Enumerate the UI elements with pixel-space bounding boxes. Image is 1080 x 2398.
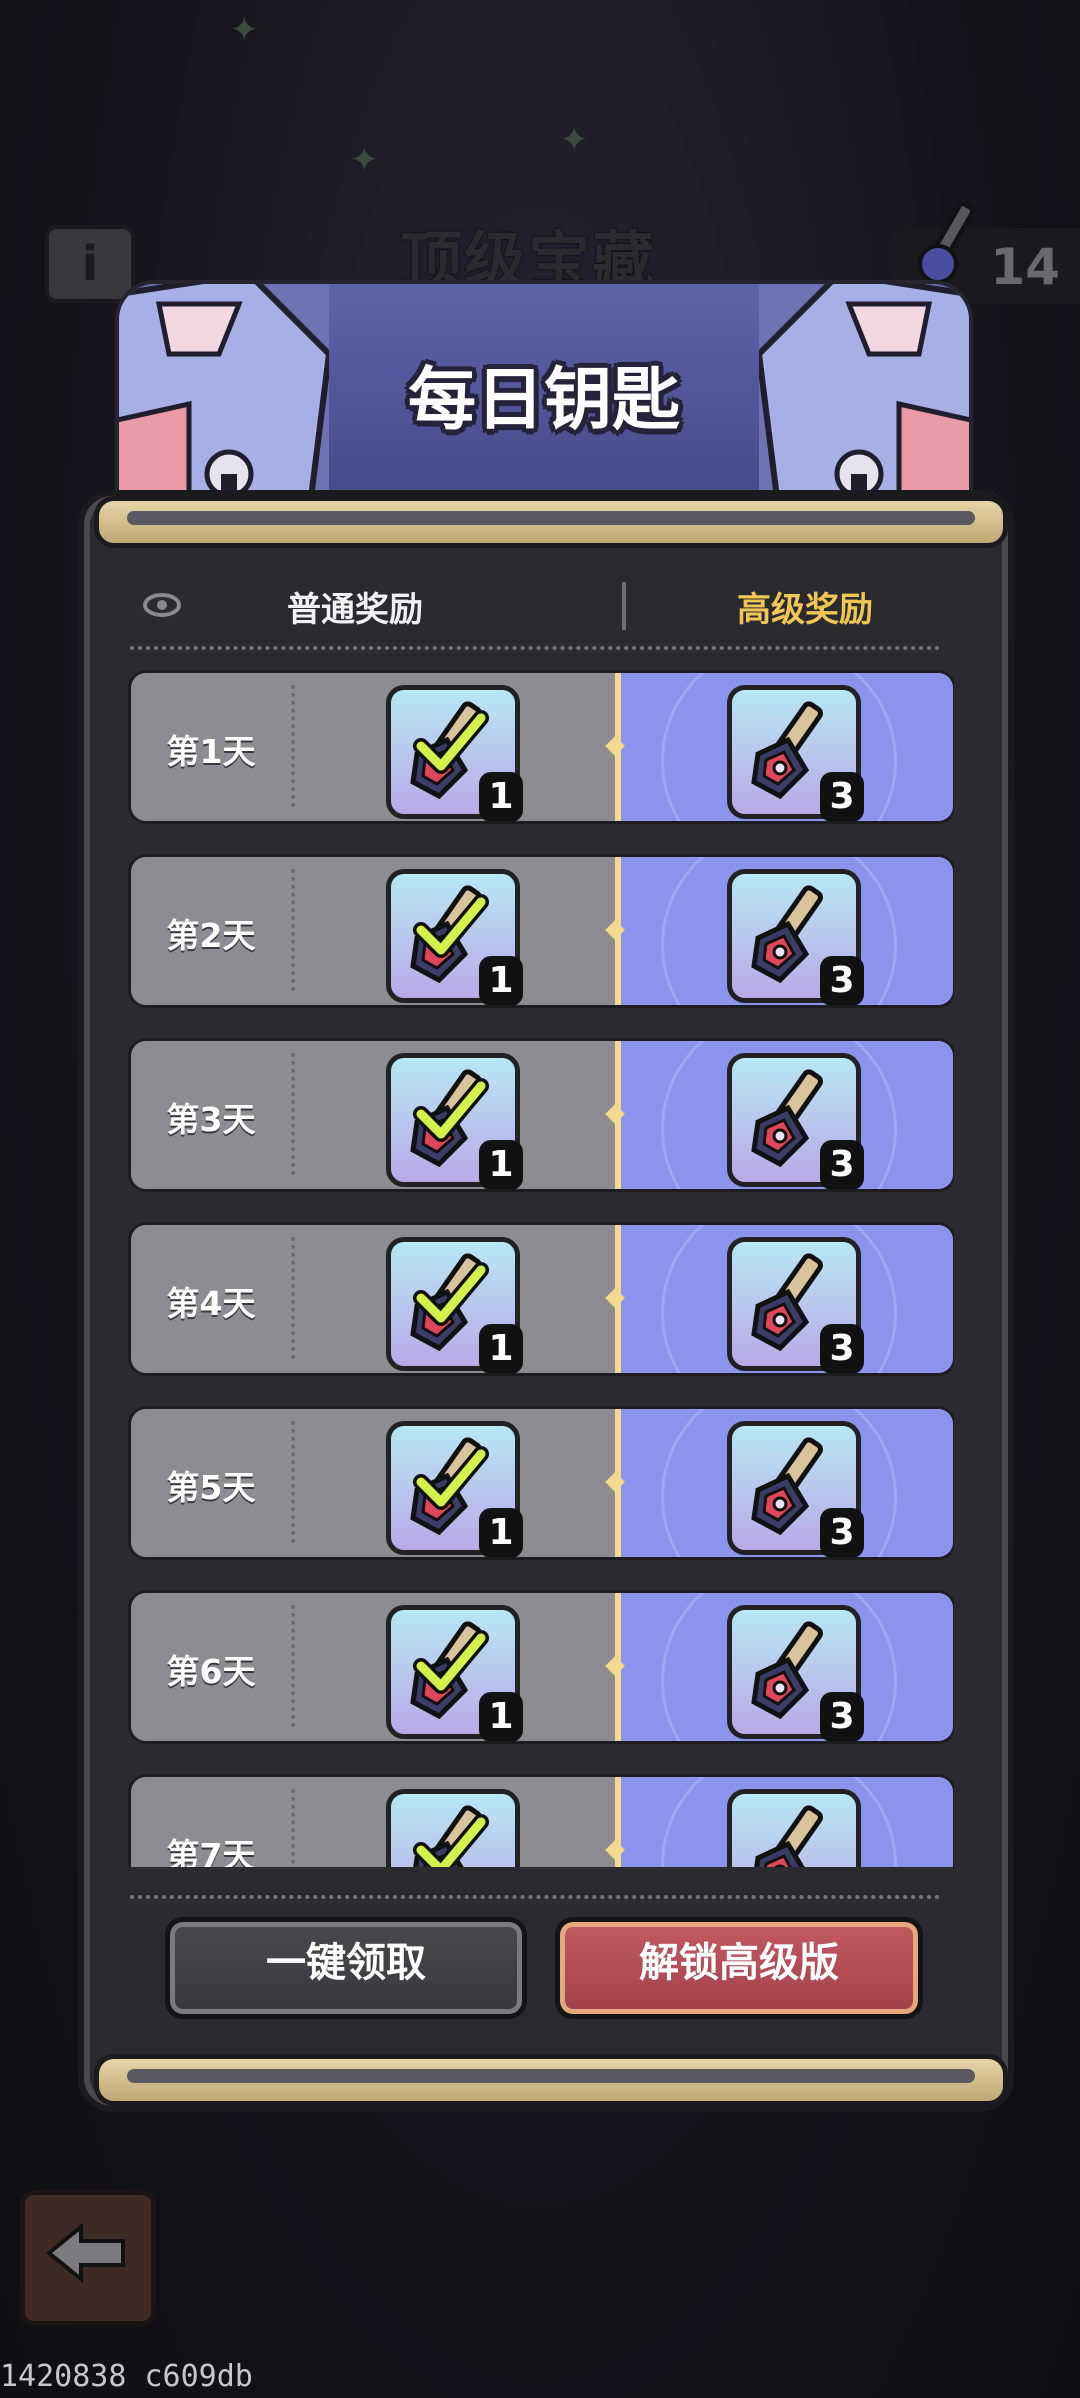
day-separator bbox=[291, 685, 295, 807]
day-label: 第7天 bbox=[166, 1836, 256, 1867]
normal-reward-item[interactable]: 1 bbox=[386, 869, 523, 1005]
item-count: 3 bbox=[820, 1140, 864, 1189]
back-button[interactable] bbox=[20, 2190, 156, 2326]
key-count: 14 bbox=[990, 238, 1060, 296]
day-label: 第3天 bbox=[166, 1100, 256, 1139]
sparkle-icon: ✦ bbox=[350, 140, 379, 180]
normal-reward-item[interactable]: 1 bbox=[386, 1237, 523, 1373]
day-separator bbox=[291, 1237, 295, 1359]
item-count: 1 bbox=[479, 1324, 523, 1373]
day-label: 第4天 bbox=[166, 1284, 256, 1323]
day-separator bbox=[291, 1605, 295, 1727]
eye-icon[interactable] bbox=[142, 590, 182, 620]
column-header: 普通奖励 高级奖励 bbox=[130, 582, 950, 632]
header-divider bbox=[622, 582, 626, 630]
debug-text: 1420838 c609db bbox=[0, 2359, 253, 2394]
claim-all-button[interactable]: 一键领取 bbox=[165, 1917, 527, 2019]
day-label: 第6天 bbox=[166, 1652, 256, 1691]
item-count: 3 bbox=[820, 956, 864, 1005]
premium-reward-item[interactable]: 3 bbox=[727, 1237, 864, 1373]
reward-row: 第3天 1 3 bbox=[128, 1038, 954, 1192]
item-count: 3 bbox=[820, 1324, 864, 1373]
sparkle-icon: ✦ bbox=[560, 120, 589, 160]
premium-reward-item[interactable]: 3 bbox=[727, 869, 864, 1005]
divider bbox=[130, 646, 940, 650]
sparkle-icon: ✦ bbox=[230, 10, 259, 50]
reward-list[interactable]: 第1天 1 3 第2天 1 3 第3天 1 3 第4天 1 3 第5天 1 3 … bbox=[128, 670, 954, 1867]
normal-reward-item[interactable]: 1 bbox=[386, 685, 523, 821]
premium-reward-item[interactable]: 3 bbox=[727, 1053, 864, 1189]
back-arrow-icon bbox=[47, 2223, 125, 2283]
normal-reward-item[interactable]: 1 bbox=[386, 1789, 520, 1867]
day-separator bbox=[291, 1053, 295, 1175]
premium-reward-item[interactable]: 3 bbox=[727, 1605, 864, 1741]
divider bbox=[130, 1895, 940, 1899]
premium-reward-item[interactable]: 3 bbox=[727, 685, 864, 821]
reward-row: 第2天 1 3 bbox=[128, 854, 954, 1008]
premium-reward-item[interactable]: 3 bbox=[727, 1421, 864, 1557]
day-label: 第1天 bbox=[166, 732, 256, 771]
reward-row: 第1天 1 3 bbox=[128, 670, 954, 824]
day-label: 第5天 bbox=[166, 1468, 256, 1507]
panel-top-rail bbox=[94, 496, 1008, 548]
day-separator bbox=[291, 1789, 295, 1867]
reward-row: 第5天 1 3 bbox=[128, 1406, 954, 1560]
premium-reward-item[interactable]: 3 bbox=[727, 1789, 861, 1867]
unlock-premium-button[interactable]: 解锁高级版 bbox=[555, 1917, 923, 2019]
item-count: 1 bbox=[479, 1140, 523, 1189]
day-separator bbox=[291, 869, 295, 991]
reward-row: 第7天 1 3 bbox=[128, 1774, 954, 1867]
normal-reward-item[interactable]: 1 bbox=[386, 1605, 523, 1741]
key-icon bbox=[413, 1805, 489, 1867]
item-count: 3 bbox=[820, 1508, 864, 1557]
day-label: 第2天 bbox=[166, 916, 256, 955]
day-separator bbox=[291, 1421, 295, 1543]
normal-reward-header: 普通奖励 bbox=[287, 590, 423, 630]
reward-row: 第6天 1 3 bbox=[128, 1590, 954, 1744]
item-count: 3 bbox=[820, 772, 864, 821]
key-icon bbox=[918, 202, 975, 284]
dialog-title: 每日钥匙 bbox=[407, 361, 680, 440]
key-icon bbox=[754, 1805, 823, 1867]
item-count: 1 bbox=[479, 1692, 523, 1741]
normal-reward-item[interactable]: 1 bbox=[386, 1421, 523, 1557]
panel-bottom-rail bbox=[94, 2054, 1008, 2106]
item-count: 3 bbox=[820, 1692, 864, 1741]
item-count: 1 bbox=[479, 956, 523, 1005]
dialog-header: 每日钥匙 bbox=[115, 280, 973, 503]
reward-row: 第4天 1 3 bbox=[128, 1222, 954, 1376]
premium-reward-header: 高级奖励 bbox=[737, 590, 873, 630]
item-count: 1 bbox=[479, 772, 523, 821]
item-count: 1 bbox=[479, 1508, 523, 1557]
normal-reward-item[interactable]: 1 bbox=[386, 1053, 523, 1189]
